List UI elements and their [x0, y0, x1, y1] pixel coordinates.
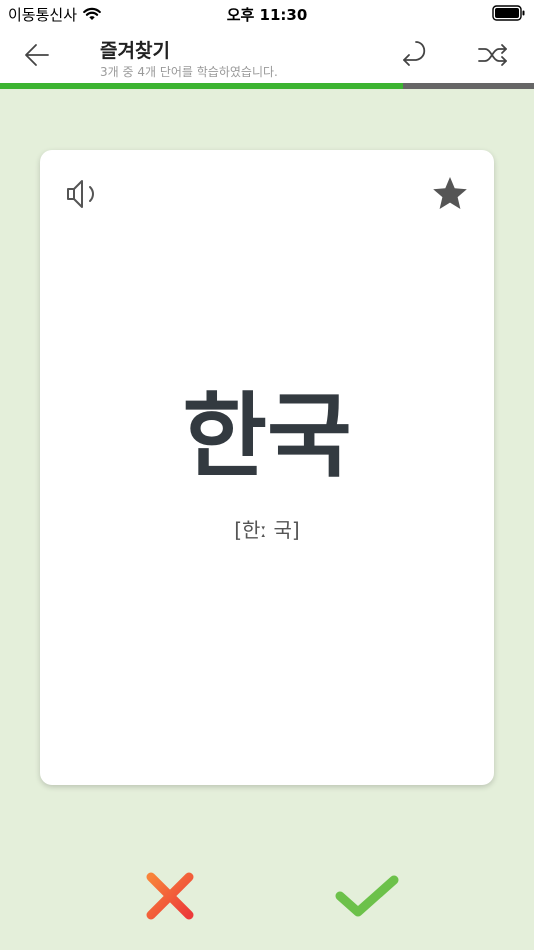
arrow-left-icon	[18, 38, 58, 72]
checkmark-icon	[334, 870, 400, 922]
shuffle-icon	[475, 38, 511, 72]
shuffle-button[interactable]	[475, 38, 511, 72]
back-button[interactable]	[18, 38, 58, 72]
status-time: 오후 11:30	[226, 6, 308, 24]
speaker-icon	[64, 174, 104, 214]
x-mark-icon	[142, 868, 198, 924]
nav-bar: 즐겨찾기 3개 중 4개 단어를 학습하였습니다.	[0, 28, 534, 83]
status-bar: 이동통신사 오후 11:30	[0, 0, 534, 28]
progress-fill	[0, 83, 404, 89]
speaker-button[interactable]	[64, 174, 104, 214]
star-icon	[430, 174, 470, 214]
undo-icon	[396, 36, 432, 72]
progress-subtitle: 3개 중 4개 단어를 학습하였습니다.	[100, 65, 278, 79]
progress-bar	[0, 83, 534, 89]
undo-button[interactable]	[396, 36, 432, 72]
wrong-button[interactable]	[142, 868, 198, 924]
battery-full-icon	[492, 5, 526, 21]
flash-card[interactable]: 한국 [한ː 국]	[40, 150, 494, 785]
correct-button[interactable]	[334, 870, 400, 922]
page-title: 즐겨찾기	[100, 40, 170, 62]
favorite-button[interactable]	[430, 174, 470, 214]
card-word: 한국	[182, 383, 352, 490]
card-pronunciation: [한ː 국]	[234, 518, 300, 542]
